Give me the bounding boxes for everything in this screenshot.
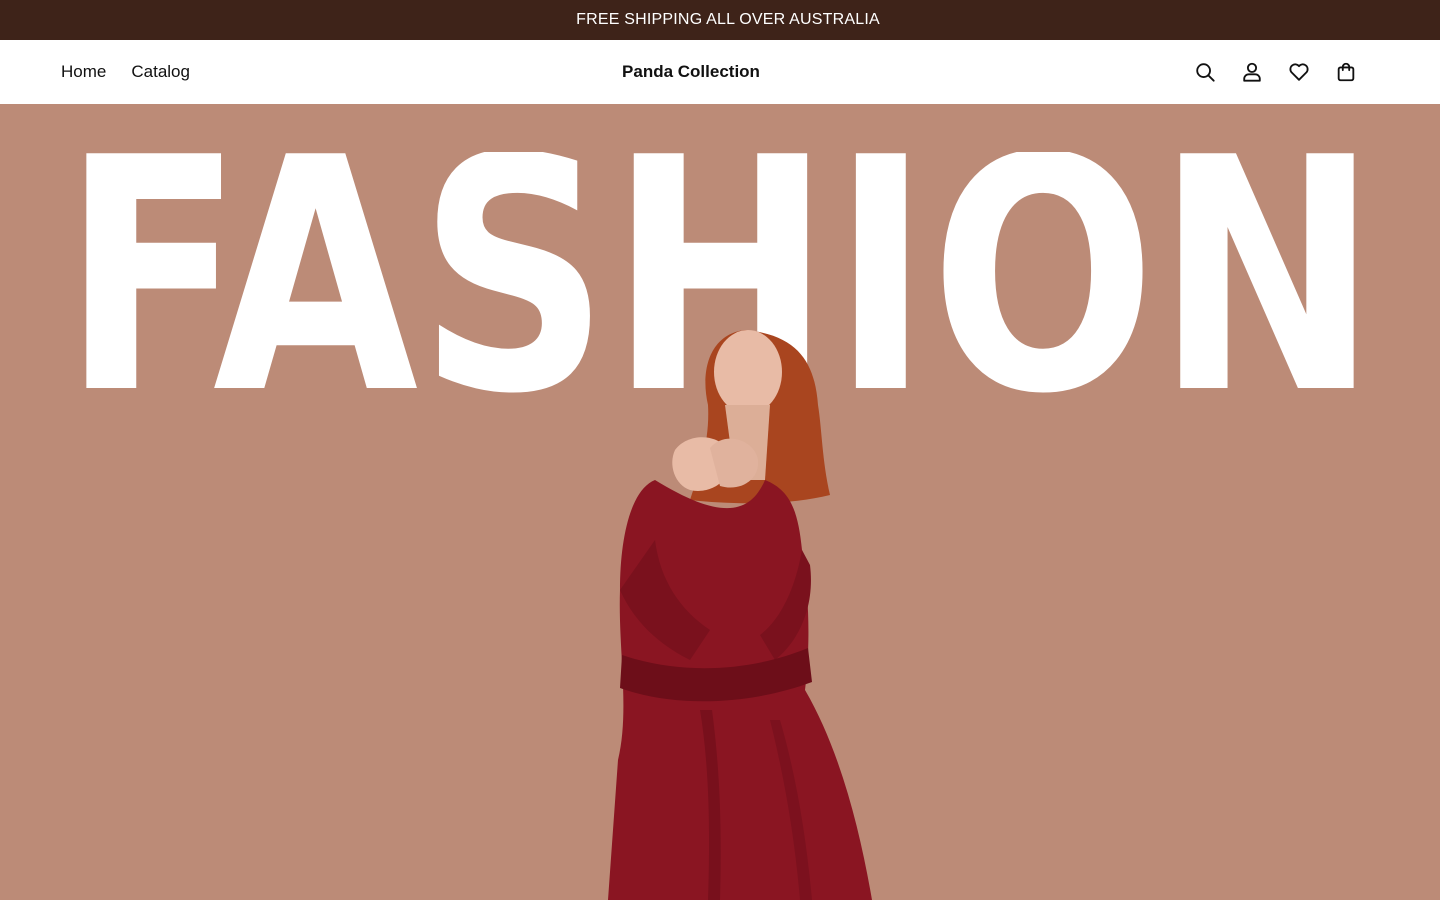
header-icons <box>1193 40 1358 104</box>
hero-model-image <box>560 330 880 900</box>
main-nav: Home Catalog <box>61 40 190 104</box>
announcement-bar: FREE SHIPPING ALL OVER AUSTRALIA <box>0 0 1440 40</box>
account-icon[interactable] <box>1240 60 1264 84</box>
wishlist-icon[interactable] <box>1287 60 1311 84</box>
brand-name[interactable]: Panda Collection <box>622 62 760 82</box>
nav-link-catalog[interactable]: Catalog <box>131 62 190 82</box>
hero-banner[interactable]: FASHION <box>0 104 1440 900</box>
cart-icon[interactable] <box>1334 60 1358 84</box>
search-icon[interactable] <box>1193 60 1217 84</box>
nav-link-home[interactable]: Home <box>61 62 106 82</box>
announcement-text: FREE SHIPPING ALL OVER AUSTRALIA <box>576 11 880 28</box>
site-header: Home Catalog Panda Collection <box>0 40 1440 104</box>
